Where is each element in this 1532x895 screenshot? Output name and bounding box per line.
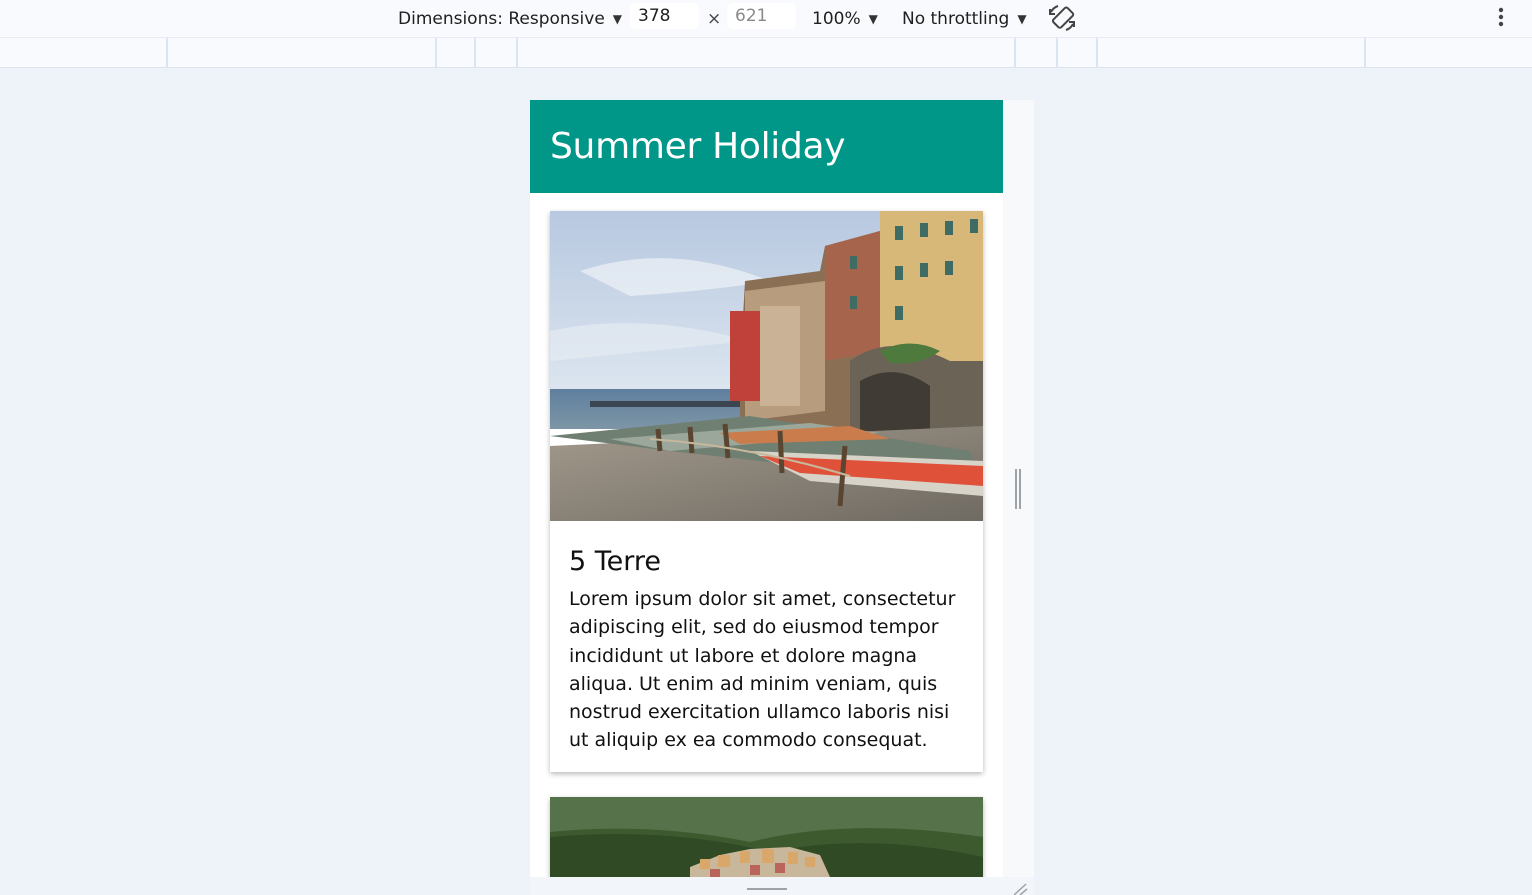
page-content: Summer Holiday 5 Terre Lorem ipsum dolor…: [530, 100, 1003, 877]
dimensions-label: Dimensions: Responsive: [398, 8, 605, 29]
card: 5 Terre Lorem ipsum dolor sit amet, cons…: [550, 211, 983, 772]
dimensions-dropdown[interactable]: Dimensions: Responsive ▼: [398, 0, 622, 37]
rotate-icon[interactable]: [1046, 2, 1078, 34]
throttling-dropdown[interactable]: No throttling ▼: [902, 0, 1027, 37]
resize-handle-right[interactable]: [1013, 469, 1023, 509]
media-query-marker[interactable]: [1364, 38, 1366, 68]
cinque-terre-village-image: [550, 797, 983, 877]
card-text: Lorem ipsum dolor sit amet, consectetur …: [569, 588, 956, 752]
media-query-marker[interactable]: [435, 38, 437, 68]
card-title: 5 Terre: [569, 546, 662, 577]
resize-handle-corner[interactable]: [1010, 881, 1030, 895]
page-title: Summer Holiday: [550, 126, 846, 167]
page-header: Summer Holiday: [530, 100, 1003, 193]
cinque-terre-harbor-image: [550, 211, 983, 521]
caret-down-icon: ▼: [612, 11, 623, 26]
device-viewport: Summer Holiday 5 Terre Lorem ipsum dolor…: [530, 100, 1034, 877]
resize-area-bottom: [530, 877, 1034, 895]
resize-handle-bottom[interactable]: [747, 887, 787, 891]
media-query-marker[interactable]: [1014, 38, 1016, 68]
media-query-marker[interactable]: [166, 38, 168, 68]
media-query-marker[interactable]: [1056, 38, 1058, 68]
zoom-dropdown[interactable]: 100% ▼: [812, 0, 878, 37]
zoom-label: 100%: [812, 8, 861, 29]
card: [550, 797, 983, 877]
media-query-bar[interactable]: [0, 37, 1532, 68]
caret-down-icon: ▼: [868, 11, 878, 26]
more-options-icon[interactable]: [1489, 4, 1513, 32]
throttling-label: No throttling: [902, 8, 1010, 29]
media-query-marker[interactable]: [516, 38, 518, 68]
times-icon: ×: [707, 8, 722, 29]
device-toolbar: Dimensions: Responsive ▼ 378 × 621 100% …: [0, 0, 1532, 37]
height-input[interactable]: 621: [727, 3, 796, 29]
caret-down-icon: ▼: [1017, 11, 1027, 26]
media-query-marker[interactable]: [1096, 38, 1098, 68]
media-query-marker[interactable]: [474, 38, 476, 68]
width-input[interactable]: 378: [630, 3, 699, 29]
